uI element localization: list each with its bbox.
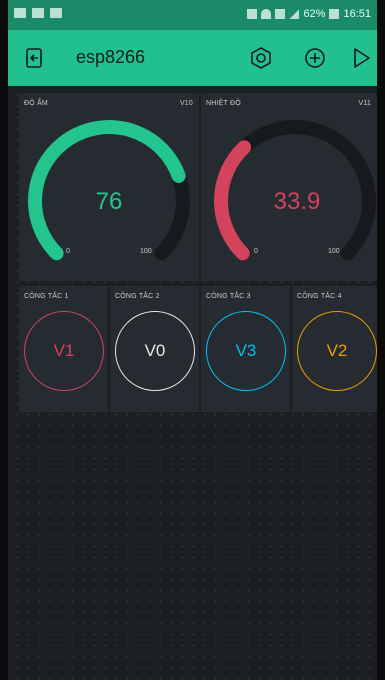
settings-button[interactable]	[245, 42, 277, 74]
gauge-widget-temperature[interactable]: 33.9 0 100 NHIỆT ĐỘ V11	[201, 93, 377, 281]
play-icon	[354, 48, 370, 68]
mute-icon	[247, 9, 258, 19]
app-bar: esp8266	[8, 30, 377, 86]
switch-button-v3[interactable]: V3	[206, 311, 286, 391]
plus-circle-icon	[305, 48, 325, 68]
gauge-label: ĐỘ ẨM	[24, 100, 48, 107]
exit-project-button[interactable]	[18, 42, 50, 74]
gauge-temperature: 33.9 0 100	[214, 120, 376, 261]
battery-percent: 62%	[303, 8, 326, 20]
person-notification-icon	[32, 8, 44, 18]
switch-label: CÔNG TẮC 4	[297, 293, 342, 300]
data-icon	[275, 9, 286, 19]
switch-label: CÔNG TẮC 2	[115, 293, 160, 300]
play-button[interactable]	[345, 42, 377, 74]
clock: 16:51	[343, 8, 371, 20]
switch-button-v0[interactable]: V0	[115, 311, 195, 391]
gauge-value: 33.9	[274, 188, 321, 215]
signal-icon	[289, 9, 300, 19]
gauge-pin: V10	[179, 100, 193, 107]
switch-button-v1[interactable]: V1	[24, 311, 104, 391]
switch-label: CÔNG TẮC 3	[206, 293, 251, 300]
gauge-min: 0	[254, 248, 258, 255]
gauge-pin: V11	[358, 100, 371, 107]
switch-widget-2[interactable]: CÔNG TẮC 2 V0	[110, 286, 199, 412]
system-icons: 62% 16:51	[247, 8, 371, 20]
switch-widget-1[interactable]: CÔNG TẮC 1 V1	[19, 286, 108, 412]
gauge-fill	[214, 140, 252, 261]
switch-button-v2[interactable]: V2	[297, 311, 377, 391]
image-notification-icon	[14, 8, 26, 18]
switch-widget-4[interactable]: CÔNG TẮC 4 V2	[292, 286, 377, 412]
gallery-notification-icon	[50, 8, 62, 18]
gauge-max: 100	[328, 248, 340, 255]
add-widget-button[interactable]	[299, 42, 331, 74]
gauge-widget-humidity[interactable]: 76 0 100 ĐỘ ẨM V10	[19, 93, 199, 281]
switch-widget-3[interactable]: CÔNG TẮC 3 V3	[201, 286, 290, 412]
gauge-label: NHIỆT ĐỘ	[206, 100, 241, 107]
wifi-icon	[261, 9, 272, 19]
notification-icons	[14, 8, 62, 18]
gauge-min: 0	[66, 248, 70, 255]
app-window: 62% 16:51 esp8266 76 0 100 ĐỘ ẨM V10 33.…	[8, 0, 377, 680]
hexagon-settings-icon	[251, 47, 271, 69]
switch-label: CÔNG TẮC 1	[24, 293, 69, 300]
project-title: esp8266	[76, 47, 146, 67]
exit-icon	[26, 48, 42, 68]
status-bar: 62% 16:51	[8, 0, 377, 30]
battery-icon	[329, 9, 340, 19]
gauge-max: 100	[140, 248, 152, 255]
gauge-value: 76	[96, 188, 123, 215]
gauge-humidity: 76 0 100	[28, 120, 190, 261]
dashboard-canvas[interactable]: 76 0 100 ĐỘ ẨM V10 33.9 0 100 NHIỆT ĐỘ V…	[8, 86, 377, 680]
